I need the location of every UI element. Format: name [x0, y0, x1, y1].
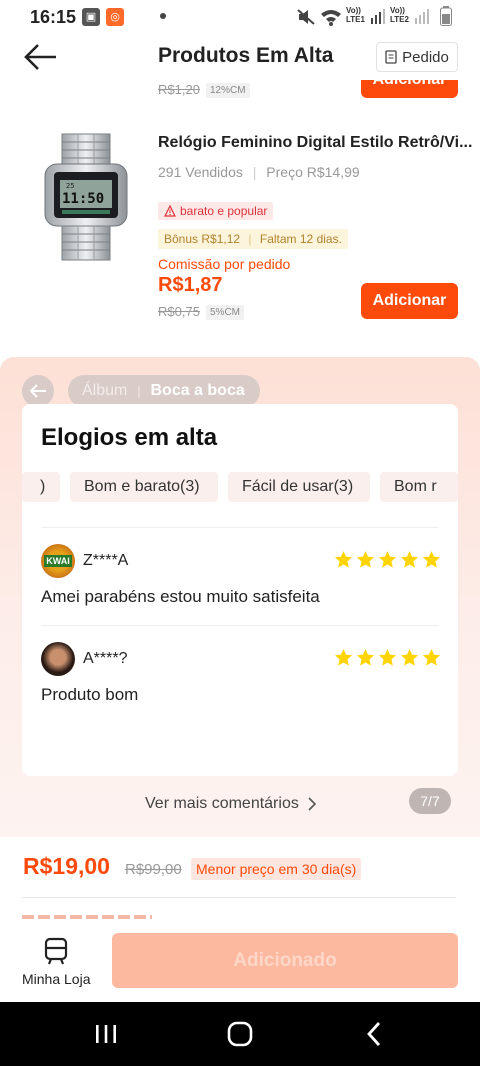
- warning-icon: [164, 205, 176, 217]
- system-nav-bar: [0, 1002, 480, 1066]
- commission-label: Comissão por pedido: [158, 256, 291, 272]
- product-price: Preço R$14,99: [266, 164, 360, 180]
- review-stars: [334, 648, 441, 667]
- page-title: Produtos Em Alta: [158, 44, 334, 67]
- star-icon: [400, 648, 419, 666]
- star-icon: [378, 648, 397, 666]
- remaining-days: Faltam 12 dias.: [259, 232, 342, 246]
- chip-bom-r[interactable]: Bom r: [380, 472, 458, 502]
- my-store-label: Minha Loja: [22, 971, 91, 987]
- original-price: R$99,00: [125, 861, 182, 878]
- star-icon: [422, 550, 441, 568]
- volte2-label: Vo)) LTE2: [390, 6, 409, 24]
- divider: [41, 625, 439, 626]
- divider: [41, 527, 439, 528]
- old-price: R$0,75: [158, 304, 200, 319]
- review-text: Produto bom: [41, 685, 139, 704]
- see-more-button[interactable]: Ver mais comentários: [145, 795, 317, 813]
- chip-bom-e-barato[interactable]: Bom e barato(3): [70, 472, 218, 502]
- current-price: R$19,00: [23, 853, 110, 879]
- bottom-bar: Minha Loja Adicionado: [0, 929, 480, 1002]
- app-notification-icon: ◎: [106, 8, 124, 26]
- sold-count: 291 Vendidos: [158, 164, 243, 180]
- notification-icon: ▣: [82, 8, 100, 26]
- price-area: R$19,00 R$99,00 Menor preço em 30 dia(s): [0, 837, 480, 929]
- chevron-right-icon: [308, 797, 316, 811]
- page-counter: 7/7: [409, 788, 451, 814]
- bonus-tag: Bônus R$1,12 | Faltam 12 dias.: [158, 229, 348, 249]
- review-text: Amei parabéns estou muito satisfeita: [41, 587, 320, 606]
- back-button[interactable]: [20, 40, 60, 74]
- back-icon[interactable]: [364, 1021, 384, 1047]
- dot-icon: [160, 13, 166, 19]
- store-icon: [44, 937, 68, 965]
- svg-text:25: 25: [66, 182, 74, 190]
- star-icon: [400, 550, 419, 568]
- avatar: [41, 642, 75, 676]
- battery-icon: [440, 6, 452, 26]
- chip-facil-de-usar[interactable]: Fácil de usar(3): [228, 472, 370, 502]
- lowest-price-badge: Menor preço em 30 dia(s): [191, 858, 362, 880]
- mute-icon: [297, 9, 315, 25]
- svg-text:11:50: 11:50: [62, 191, 104, 207]
- star-icon: [422, 648, 441, 666]
- overlay-back-button[interactable]: [22, 375, 54, 407]
- add-button[interactable]: Adicionar: [361, 283, 458, 319]
- arrow-left-icon: [24, 44, 56, 70]
- chip-1[interactable]: ): [22, 472, 60, 502]
- product-list: R$1,20 12%CM Adicionar 25 11:50: [0, 62, 480, 360]
- reviews-card: Elogios em alta ) Bom e barato(3) Fácil …: [22, 404, 458, 776]
- star-icon: [378, 550, 397, 568]
- card-title: Elogios em alta: [41, 424, 218, 451]
- cut-off-text: [22, 915, 152, 919]
- cm-badge: 5%CM: [206, 305, 245, 320]
- added-button[interactable]: Adicionado: [112, 933, 458, 988]
- bonus-value: Bônus R$1,12: [164, 232, 241, 246]
- document-icon: [385, 50, 397, 64]
- arrow-left-icon: [29, 384, 46, 398]
- separator: |: [252, 164, 257, 180]
- tab-album[interactable]: Álbum: [82, 382, 127, 400]
- recent-apps-icon[interactable]: [94, 1022, 118, 1046]
- wifi-icon: [321, 10, 341, 26]
- star-icon: [356, 648, 375, 666]
- product-stats: 291 Vendidos | Preço R$14,99: [158, 164, 360, 180]
- signal1-icon: [371, 9, 385, 24]
- star-icon: [334, 550, 353, 568]
- star-icon: [334, 648, 353, 666]
- header: Produtos Em Alta Pedido: [0, 34, 480, 80]
- product-image[interactable]: 25 11:50: [40, 132, 132, 262]
- prev-old-price: R$1,20: [158, 82, 200, 97]
- home-icon[interactable]: [227, 1021, 253, 1047]
- status-time: 16:15: [30, 7, 77, 27]
- pedido-button[interactable]: Pedido: [376, 42, 458, 72]
- star-icon: [356, 550, 375, 568]
- divider: [22, 897, 456, 898]
- commission-value: R$1,87: [158, 274, 223, 296]
- review-user: A****?: [83, 650, 128, 667]
- product-name[interactable]: Relógio Feminino Digital Estilo Retrô/Vi…: [158, 134, 472, 152]
- review-stars: [334, 550, 441, 569]
- review-overlay: Álbum | Boca a boca Elogios em alta ) Bo…: [0, 357, 480, 837]
- overlay-tabs: Álbum | Boca a boca: [68, 375, 260, 407]
- review-user: Z****A: [83, 552, 129, 569]
- signal2-icon: [415, 9, 429, 24]
- volte1-label: Vo)) LTE1: [346, 6, 365, 24]
- tab-boca-a-boca[interactable]: Boca a boca: [150, 382, 244, 400]
- watch-image: 25 11:50: [44, 133, 128, 261]
- popular-tag: barato e popular: [158, 202, 274, 222]
- my-store-button[interactable]: Minha Loja: [18, 937, 94, 995]
- prev-cm-badge: 12%CM: [206, 83, 250, 98]
- status-bar: 16:15 ▣ ◎ Vo)) LTE1 Vo)) LTE2: [0, 0, 480, 34]
- avatar: KWAI: [41, 544, 75, 578]
